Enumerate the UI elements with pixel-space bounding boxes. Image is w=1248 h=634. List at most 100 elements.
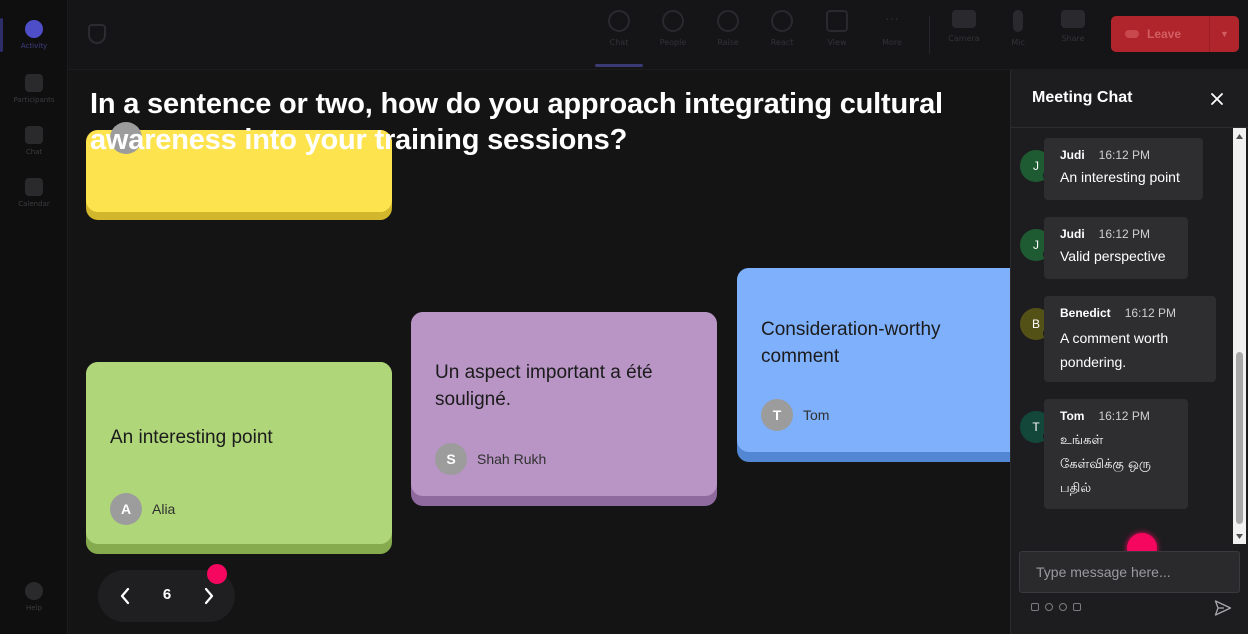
camera-icon xyxy=(952,10,976,28)
rail-item-calendar[interactable]: Calendar xyxy=(6,170,62,216)
toolbar-label: View xyxy=(827,38,847,47)
message-bubble: Judi 16:12 PM Valid perspective xyxy=(1044,217,1188,279)
click-indicator-dot xyxy=(207,564,227,584)
message-author: Tom xyxy=(1060,409,1085,423)
page-number: 6 xyxy=(162,586,172,603)
message-time: 16:12 PM xyxy=(1098,148,1151,162)
toolbar-share-button[interactable]: Share xyxy=(1049,10,1097,60)
help-icon xyxy=(25,582,43,600)
toolbar-divider xyxy=(929,16,930,54)
card-text: An interesting point xyxy=(110,427,273,448)
avatar: S xyxy=(435,443,467,475)
meeting-toolbar: Chat People Raise React View ··· More Ca… xyxy=(68,0,1248,70)
message-author: Benedict xyxy=(1060,306,1111,320)
toolbar-label: Mic xyxy=(1011,38,1025,47)
rail-item-label: Help xyxy=(26,604,42,612)
shield-icon xyxy=(88,24,106,44)
people-icon xyxy=(662,10,684,32)
send-message-button[interactable] xyxy=(1214,599,1232,617)
response-card-blue[interactable]: Consideration-worthy comment T Tom xyxy=(737,268,1010,462)
chat-scrollbar[interactable] xyxy=(1233,128,1246,544)
rail-item-label: Calendar xyxy=(18,200,50,208)
format-text-icon[interactable] xyxy=(1031,603,1039,611)
toolbar-camera-button[interactable]: Camera xyxy=(940,10,988,60)
chat-composer[interactable] xyxy=(1019,551,1240,593)
toolbar-mic-button[interactable]: Mic xyxy=(994,10,1042,60)
author-name: Shah Rukh xyxy=(477,451,547,467)
question-title: In a sentence or two, how do you approac… xyxy=(90,88,943,156)
attach-icon[interactable] xyxy=(1045,603,1053,611)
card-text: Un aspect important a été souligné. xyxy=(435,362,653,410)
author-name: Alia xyxy=(152,501,176,517)
message-bubble: Judi 16:12 PM An interesting point xyxy=(1044,138,1203,200)
message-text: An interesting point xyxy=(1060,169,1180,185)
rail-item-chat[interactable]: Chat xyxy=(6,118,62,164)
smiley-icon xyxy=(771,10,793,32)
hand-icon xyxy=(717,10,739,32)
message-time: 16:12 PM xyxy=(1098,227,1151,241)
scrollbar-thumb[interactable] xyxy=(1236,352,1243,524)
message-input[interactable] xyxy=(1020,552,1239,592)
phone-hangup-icon xyxy=(1125,30,1139,38)
avatar: T xyxy=(761,399,793,431)
card-author: S Shah Rukh xyxy=(435,443,546,475)
message-text: Valid perspective xyxy=(1060,248,1166,264)
toolbar-label: React xyxy=(770,38,794,47)
grid-icon xyxy=(826,10,848,32)
microphone-icon xyxy=(1013,10,1023,32)
scroll-down-arrow-icon[interactable] xyxy=(1233,530,1246,542)
chat-icon xyxy=(25,126,43,144)
chat-title: Meeting Chat xyxy=(1032,89,1133,106)
chevron-right-icon xyxy=(204,587,214,605)
message-bubble: Tom 16:12 PM உங்கள் கேள்விக்கு ஒரு பதில் xyxy=(1044,399,1188,509)
send-icon xyxy=(1214,600,1232,616)
rail-item-activity[interactable]: Activity xyxy=(0,12,62,58)
response-card-purple[interactable]: Un aspect important a été souligné. S Sh… xyxy=(411,312,717,506)
share-screen-icon xyxy=(1061,10,1085,28)
toolbar-more-button[interactable]: ··· More xyxy=(868,10,916,60)
rail-item-label: Participants xyxy=(13,96,55,104)
response-card-green[interactable]: An interesting point A Alia xyxy=(86,362,392,554)
message-author: Judi xyxy=(1060,227,1085,241)
meeting-chat-panel: Meeting Chat J Judi 16:12 PM An interesti… xyxy=(1010,70,1248,634)
rail-item-label: Chat xyxy=(25,148,43,156)
bell-icon xyxy=(25,20,43,38)
app-rail: Activity Participants Chat Calendar Help xyxy=(0,0,68,634)
leave-button[interactable]: Leave ▼ xyxy=(1111,16,1239,52)
chat-icon xyxy=(608,10,630,32)
message-time: 16:12 PM xyxy=(1124,306,1177,320)
toolbar-label: More xyxy=(882,38,902,47)
message-text: உங்கள் கேள்விக்கு ஒரு பதில் xyxy=(1060,433,1151,496)
toolbar-chat-button[interactable]: Chat xyxy=(595,10,643,67)
rail-item-label: Activity xyxy=(20,42,48,50)
card-text: Consideration-worthy comment xyxy=(761,319,941,367)
author-name: Tom xyxy=(803,407,830,423)
toolbar-people-button[interactable]: People xyxy=(649,10,697,60)
rail-item-help[interactable]: Help xyxy=(6,574,62,620)
card-author: A Alia xyxy=(110,493,175,525)
emoji-icon[interactable] xyxy=(1059,603,1067,611)
previous-slide-button[interactable] xyxy=(103,570,147,622)
card-author: T Tom xyxy=(761,399,829,431)
scroll-up-arrow-icon[interactable] xyxy=(1233,130,1246,142)
calendar-icon xyxy=(25,178,43,196)
toolbar-react-button[interactable]: React xyxy=(758,10,806,60)
close-chat-button[interactable] xyxy=(1207,89,1227,109)
chevron-down-icon[interactable]: ▼ xyxy=(1209,16,1239,52)
message-time: 16:12 PM xyxy=(1098,409,1150,423)
toolbar-raise-button[interactable]: Raise xyxy=(704,10,752,60)
rail-item-participants[interactable]: Participants xyxy=(6,66,62,112)
toolbar-label: Chat xyxy=(609,38,629,47)
people-icon xyxy=(25,74,43,92)
chevron-left-icon xyxy=(120,587,130,605)
close-icon xyxy=(1211,93,1223,105)
gif-icon[interactable] xyxy=(1073,603,1081,611)
message-text: A comment worth pondering. xyxy=(1060,330,1169,370)
composer-format-icons xyxy=(1031,603,1081,611)
toolbar-label: Camera xyxy=(948,34,980,43)
toolbar-label: Raise xyxy=(717,38,739,47)
leave-label: Leave xyxy=(1147,27,1182,41)
toolbar-view-button[interactable]: View xyxy=(813,10,861,60)
chat-message-list: J Judi 16:12 PM An interesting point J Ju… xyxy=(1011,128,1233,544)
presentation-stage: In a sentence or two, how do you approac… xyxy=(68,70,1010,634)
